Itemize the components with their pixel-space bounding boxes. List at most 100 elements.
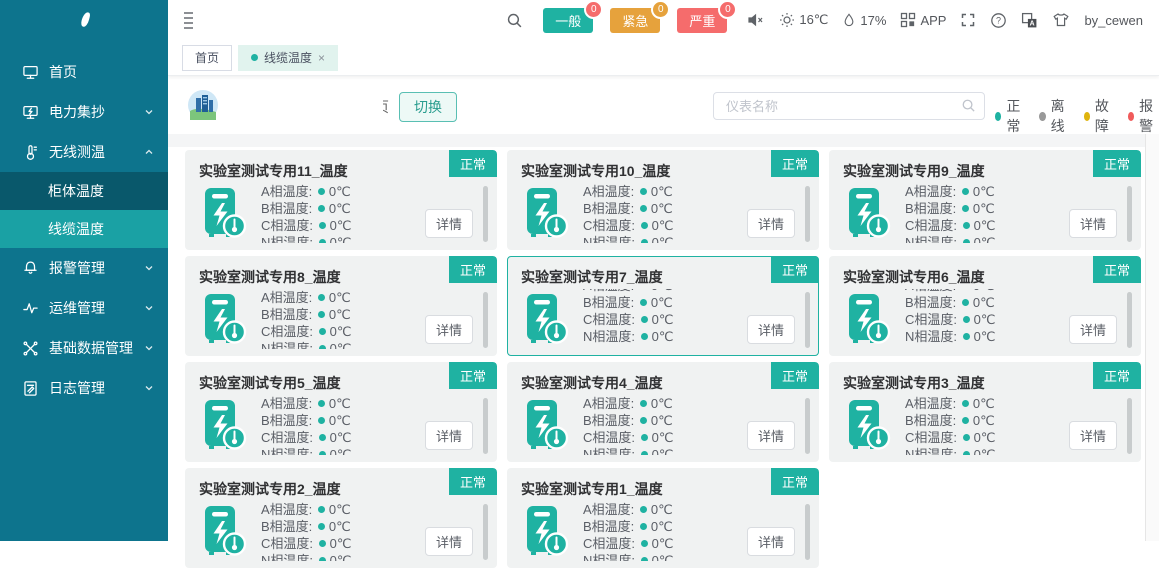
translate-icon[interactable]: A [1021, 12, 1038, 29]
tab-0[interactable]: 首页 [182, 45, 232, 71]
detail-button[interactable]: 详情 [1069, 209, 1117, 238]
sidebar-item-6[interactable]: 日志管理 [0, 368, 168, 408]
device-card[interactable]: 实验室测试专用9_温度正常 A相温度: 0℃B相温度: 0℃C相温度: 0℃N相… [829, 150, 1141, 250]
switch-station-button[interactable]: 切换 [399, 92, 457, 122]
sidebar-item-1[interactable]: 电力集抄 [0, 92, 168, 132]
app-download[interactable]: APP [900, 12, 946, 28]
device-icon [845, 292, 891, 351]
device-card[interactable]: 实验室测试专用5_温度正常 A相温度: 0℃B相温度: 0℃C相温度: 0℃N相… [185, 362, 497, 462]
phase-temp-value: 0℃ [330, 324, 352, 339]
theme-shirt-icon[interactable] [1052, 12, 1070, 28]
search-icon[interactable] [506, 12, 523, 29]
detail-button[interactable]: 详情 [747, 527, 795, 556]
detail-button[interactable]: 详情 [747, 315, 795, 344]
device-icon [845, 186, 891, 245]
legend-dot [1084, 112, 1090, 121]
detail-button[interactable]: 详情 [425, 527, 473, 556]
phase-label: A相温度: [261, 290, 316, 305]
phase-temp-value: 0℃ [652, 430, 674, 445]
detail-button[interactable]: 详情 [747, 421, 795, 450]
alarm-level-button-0[interactable]: 一般0 [543, 8, 593, 33]
page-scrollbar[interactable] [1145, 134, 1159, 541]
phase-temp-value: 0℃ [652, 553, 674, 561]
fullscreen-icon[interactable] [960, 12, 976, 28]
phase-temp-line: A相温度: 0℃ [905, 395, 1065, 412]
card-scrollbar[interactable] [483, 186, 488, 242]
phase-temp-value: 0℃ [974, 329, 996, 344]
card-scrollbar[interactable] [1127, 292, 1132, 348]
device-card[interactable]: 实验室测试专用3_温度正常 A相温度: 0℃B相温度: 0℃C相温度: 0℃N相… [829, 362, 1141, 462]
card-scrollbar[interactable] [805, 292, 810, 348]
card-scrollbar[interactable] [483, 398, 488, 454]
phase-temp-value: 0℃ [329, 502, 351, 517]
alarm-level-label: 严重 [689, 14, 715, 29]
phase-label: C相温度: [905, 430, 961, 445]
card-scrollbar[interactable] [483, 292, 488, 348]
detail-button[interactable]: 详情 [747, 209, 795, 238]
phase-temp-line: A相温度: 0℃ [905, 183, 1065, 200]
sidebar-item-3[interactable]: 报警管理 [0, 248, 168, 288]
menu-collapse-icon[interactable] [180, 8, 197, 33]
phase-status-dot [318, 205, 325, 212]
device-card[interactable]: 实验室测试专用6_温度正常 A相温度: 0℃B相温度: 0℃C相温度: 0℃N相… [829, 256, 1141, 356]
status-badge: 正常 [1093, 150, 1141, 177]
phase-temp-value: 0℃ [330, 447, 352, 455]
sidebar-item-4[interactable]: 运维管理 [0, 288, 168, 328]
sidebar-item-label: 基础数据管理 [49, 338, 133, 358]
tab-1[interactable]: 线缆温度× [238, 45, 338, 71]
card-scrollbar[interactable] [805, 504, 810, 560]
card-title: 实验室测试专用2_温度 [199, 479, 341, 499]
volume-muted-icon[interactable] [747, 12, 765, 28]
detail-button[interactable]: 详情 [425, 421, 473, 450]
device-card[interactable]: 实验室测试专用7_温度正常 A相温度: 0℃B相温度: 0℃C相温度: 0℃N相… [507, 256, 819, 356]
phase-status-dot [963, 222, 970, 229]
phase-label: C相温度: [583, 312, 639, 327]
phase-list: A相温度: 0℃B相温度: 0℃C相温度: 0℃N相温度: 0℃ [261, 183, 421, 243]
phase-label: C相温度: [261, 536, 317, 551]
help-icon[interactable]: ? [990, 12, 1007, 29]
sidebar-item-2[interactable]: 无线测温 [0, 132, 168, 172]
device-card[interactable]: 实验室测试专用1_温度正常 A相温度: 0℃B相温度: 0℃C相温度: 0℃N相… [507, 468, 819, 568]
topbar-right: 一般0紧急0严重0 16℃ [506, 8, 1143, 33]
tab-close-icon[interactable]: × [318, 52, 325, 64]
sidebar-item-0[interactable]: 首页 [0, 52, 168, 92]
sidebar-subitem-2-0[interactable]: 柜体温度 [0, 172, 168, 210]
phase-temp-line: B相温度: 0℃ [261, 200, 421, 217]
card-scrollbar[interactable] [483, 504, 488, 560]
phase-temp-value: 0℃ [652, 329, 674, 344]
alarm-level-button-2[interactable]: 严重0 [677, 8, 727, 33]
phase-temp-line: C相温度: 0℃ [905, 311, 1065, 328]
card-scrollbar[interactable] [805, 186, 810, 242]
device-card[interactable]: 实验室测试专用11_温度正常 A相温度: 0℃B相温度: 0℃C相温度: 0℃N… [185, 150, 497, 250]
log-doc-icon [22, 380, 39, 397]
station-logo[interactable] [188, 90, 218, 125]
phase-label: A相温度: [583, 396, 638, 411]
card-scrollbar[interactable] [805, 398, 810, 454]
device-card[interactable]: 实验室测试专用10_温度正常 A相温度: 0℃B相温度: 0℃C相温度: 0℃N… [507, 150, 819, 250]
alarm-level-button-1[interactable]: 紧急0 [610, 8, 660, 33]
detail-button[interactable]: 详情 [1069, 315, 1117, 344]
phase-status-dot [641, 557, 648, 561]
detail-button[interactable]: 详情 [425, 209, 473, 238]
search-input-icon[interactable] [961, 98, 976, 118]
sidebar-item-5[interactable]: 基础数据管理 [0, 328, 168, 368]
phase-temp-line: B相温度: 0℃ [261, 518, 421, 535]
phase-temp-value: 0℃ [973, 184, 995, 199]
detail-button[interactable]: 详情 [1069, 421, 1117, 450]
detail-button[interactable]: 详情 [425, 315, 473, 344]
phase-label: B相温度: [583, 295, 638, 310]
phase-label: C相温度: [261, 324, 317, 339]
phase-temp-value: 0℃ [652, 447, 674, 455]
app-label: APP [920, 13, 946, 28]
sidebar-subitem-2-1[interactable]: 线缆温度 [0, 210, 168, 248]
phase-status-dot [641, 316, 648, 323]
meter-search-input[interactable] [713, 92, 985, 120]
device-card[interactable]: 实验室测试专用4_温度正常 A相温度: 0℃B相温度: 0℃C相温度: 0℃N相… [507, 362, 819, 462]
phase-status-dot [641, 239, 648, 243]
card-scrollbar[interactable] [1127, 398, 1132, 454]
device-card[interactable]: 实验室测试专用2_温度正常 A相温度: 0℃B相温度: 0℃C相温度: 0℃N相… [185, 468, 497, 568]
card-scrollbar[interactable] [1127, 186, 1132, 242]
username[interactable]: by_cewen [1084, 13, 1143, 28]
device-card[interactable]: 实验室测试专用8_温度正常 A相温度: 0℃B相温度: 0℃C相温度: 0℃N相… [185, 256, 497, 356]
card-title: 实验室测试专用5_温度 [199, 373, 341, 393]
